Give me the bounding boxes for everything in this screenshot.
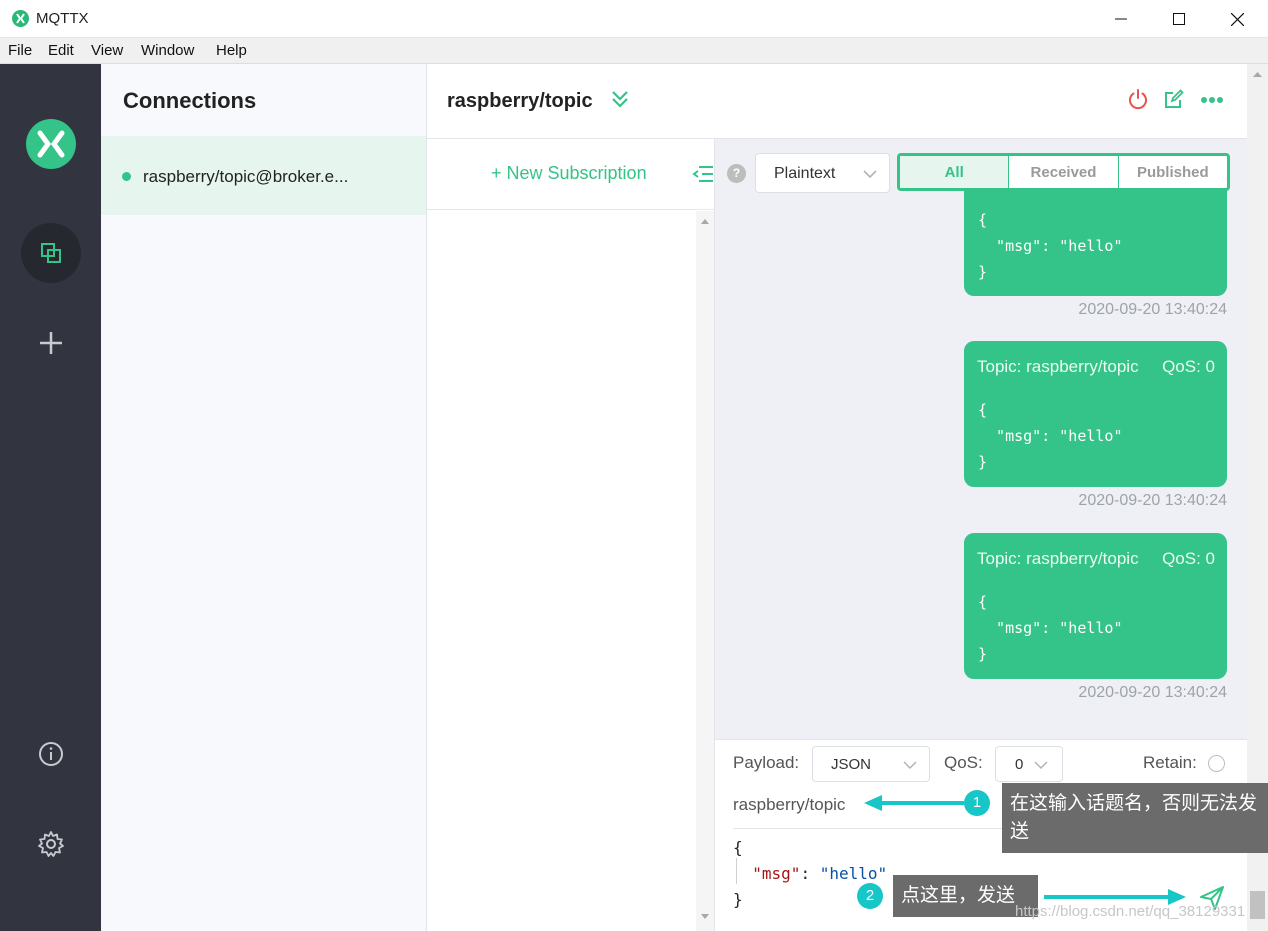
main-header: raspberry/topic (427, 64, 1247, 139)
chevron-double-down-icon[interactable] (610, 89, 630, 109)
qos-select[interactable]: 0 (995, 746, 1063, 782)
json-value: "hello" (819, 864, 888, 883)
menu-window[interactable]: Window (141, 42, 194, 59)
power-icon[interactable] (1127, 88, 1149, 110)
connections-heading: Connections (123, 88, 257, 113)
json-key: "msg" (752, 864, 801, 883)
menu-view[interactable]: View (91, 42, 123, 59)
menu-help[interactable]: Help (216, 42, 247, 59)
message-payload: { "msg": "hello" } (978, 593, 1123, 663)
app-icon (12, 10, 29, 27)
tab-received[interactable]: Received (1009, 156, 1119, 188)
message-time: 2020-09-20 13:40:24 (1078, 684, 1227, 701)
plus-icon: + (491, 163, 507, 183)
close-window-button[interactable] (1208, 0, 1266, 38)
scroll-up-arrow-icon[interactable] (1251, 66, 1264, 77)
gear-icon[interactable] (37, 830, 65, 858)
message-bubble: Topic: raspberry/topic QoS: 0 { "msg": "… (964, 341, 1227, 487)
connections-icon (41, 243, 61, 263)
annotation-number: 1 (964, 790, 990, 816)
left-nav (0, 64, 101, 931)
new-subscription-text: New Subscription (506, 163, 647, 183)
collapse-list-icon[interactable] (691, 163, 715, 185)
status-dot (122, 172, 131, 181)
filter-bar: ? Plaintext All Received Published (715, 139, 1247, 209)
chevron-down-icon (903, 758, 917, 772)
editor-line: } (733, 890, 743, 909)
scrollbar[interactable] (1247, 64, 1268, 739)
chevron-down-icon (1034, 758, 1048, 772)
nav-connections-button[interactable] (21, 223, 81, 283)
scrollbar[interactable] (696, 211, 714, 931)
message-payload: { "msg": "hello" } (978, 401, 1123, 471)
annotation-arrow (864, 795, 964, 811)
tab-published[interactable]: Published (1119, 156, 1227, 188)
connection-item[interactable]: raspberry/topic@broker.e... (101, 136, 426, 215)
chevron-down-icon (862, 166, 878, 182)
format-select[interactable]: Plaintext (755, 153, 890, 193)
message-qos: QoS: 0 (1162, 549, 1215, 568)
maximize-button[interactable] (1150, 0, 1208, 38)
subscriptions-column: + New Subscription (427, 139, 715, 931)
connection-name: raspberry/topic@broker.e... (143, 167, 349, 186)
help-icon[interactable]: ? (727, 164, 746, 183)
minimize-button[interactable] (1092, 0, 1150, 38)
message-filter-tabs: All Received Published (897, 153, 1230, 191)
mqttx-logo (26, 119, 76, 169)
payload-format-value: JSON (831, 756, 872, 773)
message-time: 2020-09-20 13:40:24 (1078, 301, 1227, 318)
edit-icon[interactable] (1163, 88, 1185, 110)
connections-panel: Connections raspberry/topic@broker.e... (101, 64, 427, 931)
json-sep: : (800, 864, 820, 883)
retain-radio[interactable] (1208, 755, 1225, 772)
new-subscription-button[interactable]: + New Subscription (427, 139, 714, 210)
message-topic: Topic: raspberry/topic (977, 357, 1139, 376)
message-bubble: Topic: raspberry/topic QoS: 0 { "msg": "… (964, 533, 1227, 679)
message-topic: Topic: raspberry/topic (977, 549, 1139, 568)
menu-bar: File Edit View Window Help (0, 38, 1268, 64)
tab-all[interactable]: All (900, 156, 1010, 188)
plus-icon[interactable] (37, 329, 65, 357)
new-subscription-label: + New Subscription (491, 163, 647, 184)
format-value: Plaintext (774, 165, 836, 182)
qos-label: QoS: (944, 753, 983, 772)
editor-line: { (733, 838, 743, 857)
message-qos: QoS: 0 (1162, 357, 1215, 376)
page-title: raspberry/topic (447, 90, 593, 112)
qos-value: 0 (1015, 756, 1024, 773)
annotation-label: 在这输入话题名，否则无法发送 (1002, 783, 1268, 853)
payload-label: Payload: (733, 753, 800, 772)
more-icon[interactable] (1200, 93, 1224, 105)
message-time: 2020-09-20 13:40:24 (1078, 492, 1227, 509)
payload-format-select[interactable]: JSON (812, 746, 930, 782)
menu-file[interactable]: File (8, 42, 32, 59)
watermark: https://blog.csdn.net/qq_38129331 (1015, 903, 1246, 920)
retain-label: Retain: (1143, 753, 1197, 772)
info-icon[interactable] (38, 741, 64, 767)
annotation-number: 2 (857, 883, 883, 909)
message-payload: { "msg": "hello" } (978, 211, 1123, 281)
menu-edit[interactable]: Edit (48, 42, 74, 59)
window-title: MQTTX (36, 10, 89, 27)
messages-area: { "msg": "hello" } 2020-09-20 13:40:24 T… (715, 139, 1247, 739)
title-bar: MQTTX (0, 0, 1268, 38)
